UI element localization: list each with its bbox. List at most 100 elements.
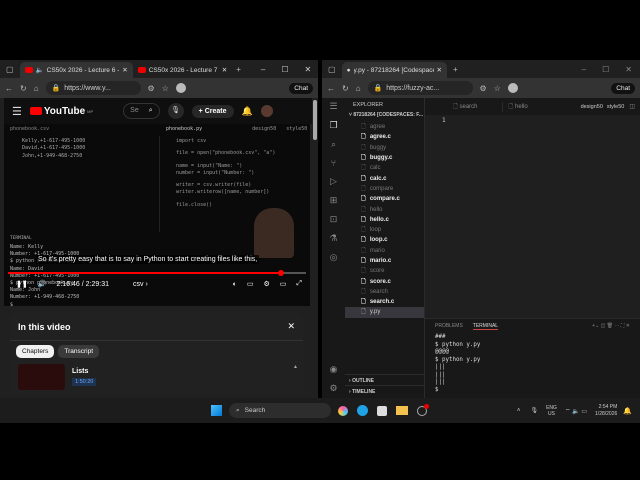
timeline-section[interactable]: › TIMELINE: [345, 385, 424, 398]
refresh-icon[interactable]: ↻: [342, 84, 349, 93]
design50-button[interactable]: design50: [581, 104, 603, 110]
workspace-root[interactable]: ˅ 87218264 [CODESPACES: F...: [345, 112, 424, 122]
scroll-up-icon[interactable]: ▲: [293, 364, 298, 370]
volume-icon[interactable]: 🔊: [38, 280, 47, 288]
new-terminal-icon[interactable]: +⌄ ◫ 🗑 ⋯ ⛶ ✕: [592, 323, 630, 330]
file-item[interactable]: 🗋 hello: [345, 204, 424, 214]
minimize-icon[interactable]: –: [261, 65, 265, 74]
settings-icon[interactable]: ⚙: [263, 280, 269, 288]
url-field[interactable]: 🔒 https://fuzzy-ac...: [367, 81, 473, 95]
chat-icon[interactable]: ◎: [330, 252, 338, 263]
subtitles-icon[interactable]: ▭: [247, 280, 254, 288]
close-tab-icon[interactable]: ✕: [437, 66, 442, 74]
search-input[interactable]: Se: [130, 107, 139, 115]
start-icon[interactable]: [211, 405, 222, 416]
taskbar-search[interactable]: ⌕ Search: [229, 403, 331, 418]
file-item[interactable]: 🗋 search: [345, 287, 424, 297]
file-item[interactable]: 🗋 buggy.c: [345, 153, 424, 163]
mic-icon[interactable]: 🎙: [167, 103, 184, 119]
close-window-icon[interactable]: ✕: [625, 65, 632, 74]
source-control-icon[interactable]: ⑂: [331, 158, 336, 168]
new-tab-icon[interactable]: +: [453, 65, 458, 74]
create-button[interactable]: + Create: [191, 104, 234, 118]
file-item[interactable]: 🗋 agree.c: [345, 132, 424, 142]
show-hidden-icons[interactable]: ˄: [517, 408, 521, 414]
tab-codespace[interactable]: ●y.py - 87218264 [Codespaces: fuzz✕: [341, 62, 447, 78]
theater-icon[interactable]: ▭: [280, 280, 287, 288]
split-editor-icon[interactable]: ◫: [629, 103, 635, 110]
refresh-icon[interactable]: ↻: [20, 84, 27, 93]
minimize-icon[interactable]: –: [582, 65, 586, 74]
notifications-icon[interactable]: 🔔: [623, 407, 632, 415]
back-icon[interactable]: ←: [327, 84, 335, 93]
search-icon[interactable]: ⌕: [331, 139, 336, 150]
network-volume-battery-icons[interactable]: ⌔ 🔈 ▭: [565, 407, 587, 415]
file-item[interactable]: 🗋 search.c: [345, 297, 424, 307]
profile-icon[interactable]: [175, 83, 186, 93]
run-debug-icon[interactable]: ▷: [330, 176, 337, 187]
store-icon[interactable]: [377, 405, 387, 416]
copilot-chat-button[interactable]: Chat: [611, 82, 635, 94]
file-explorer-icon[interactable]: [396, 406, 408, 415]
file-item[interactable]: 🗋 mario: [345, 246, 424, 256]
search-icon[interactable]: ⌕: [149, 107, 153, 115]
notifications-icon[interactable]: 🔔: [242, 106, 253, 117]
terminal-output[interactable]: ### $ python y.py @@@@ $ python y.py ||| ||| |…: [425, 334, 640, 394]
account-icon[interactable]: ◉: [330, 364, 338, 375]
profile-icon[interactable]: [507, 83, 518, 93]
avatar[interactable]: [260, 105, 273, 117]
file-item[interactable]: 🗋 calc.c: [345, 173, 424, 183]
clock-app-icon[interactable]: [417, 403, 429, 416]
autoplay-toggle[interactable]: ◐: [233, 281, 237, 288]
file-item[interactable]: 🗋 buggy: [345, 143, 424, 153]
edge-icon[interactable]: [357, 405, 368, 416]
search-box[interactable]: Se ⌕: [123, 103, 160, 119]
fullscreen-icon[interactable]: ⤢: [296, 280, 302, 288]
youtube-logo[interactable]: YouTube MP: [29, 106, 93, 117]
maximize-icon[interactable]: ☐: [281, 65, 288, 74]
new-tab-icon[interactable]: +: [236, 65, 241, 74]
extension-icon[interactable]: ⚙: [480, 84, 487, 93]
back-icon[interactable]: ←: [5, 84, 13, 93]
file-item[interactable]: 🗋 score: [345, 266, 424, 276]
tab-lecture-7[interactable]: CS50x 2026 - Lecture 7 - SQL✕: [133, 62, 232, 78]
tab-problems[interactable]: PROBLEMS: [435, 323, 463, 330]
favorites-icon[interactable]: ☆: [162, 84, 169, 93]
microphone-icon[interactable]: 🎙: [530, 407, 538, 414]
file-item[interactable]: 🗋 y.py: [345, 307, 424, 318]
close-tab-icon[interactable]: ✕: [222, 66, 227, 74]
editor-tab-hello[interactable]: 🗋 hello: [503, 102, 528, 112]
file-item[interactable]: 🗋 hello.c: [345, 215, 424, 225]
home-icon[interactable]: ⌂: [34, 84, 39, 93]
file-item[interactable]: 🗋 compare.c: [345, 194, 424, 204]
testing-icon[interactable]: ⚗: [329, 233, 337, 244]
favorites-icon[interactable]: ☆: [494, 84, 501, 93]
url-field[interactable]: 🔒 https://www.y...: [45, 81, 141, 95]
clock[interactable]: 2:54 PM 1/28/2026: [595, 404, 617, 417]
video-player[interactable]: phonebook.csv phonebook.py design50 style5…: [4, 124, 310, 306]
explorer-icon[interactable]: ❐: [329, 120, 337, 131]
file-item[interactable]: 🗋 agree: [345, 122, 424, 132]
page-scrollbar[interactable]: [313, 100, 317, 140]
chapter-title[interactable]: Lists: [72, 368, 88, 375]
file-item[interactable]: 🗋 compare: [345, 184, 424, 194]
extension-icon[interactable]: ⚙: [148, 84, 155, 93]
menu-icon[interactable]: ☰: [12, 105, 22, 118]
language-indicator[interactable]: ENG US: [546, 405, 557, 417]
file-item[interactable]: 🗋 loop: [345, 225, 424, 235]
home-icon[interactable]: ⌂: [356, 84, 361, 93]
manage-gear-icon[interactable]: ⚙: [329, 383, 337, 394]
editor-area[interactable]: 1: [425, 115, 640, 318]
progress-handle[interactable]: [278, 270, 285, 276]
menu-icon[interactable]: ☰: [329, 101, 337, 112]
file-item[interactable]: 🗋 score.c: [345, 276, 424, 286]
copilot-chat-button[interactable]: Chat: [289, 82, 313, 94]
maximize-icon[interactable]: ☐: [602, 65, 609, 74]
close-panel-icon[interactable]: ✕: [287, 321, 295, 332]
file-item[interactable]: 🗋 mario.c: [345, 256, 424, 266]
remote-icon[interactable]: ⊡: [330, 214, 338, 225]
pause-icon[interactable]: ❚❚: [16, 280, 28, 288]
tab-lecture-6[interactable]: 🔈 CS50x 2026 - Lecture 6 - ✕: [19, 62, 133, 78]
copilot-icon[interactable]: [338, 405, 348, 416]
file-item[interactable]: 🗋 loop.c: [345, 235, 424, 245]
